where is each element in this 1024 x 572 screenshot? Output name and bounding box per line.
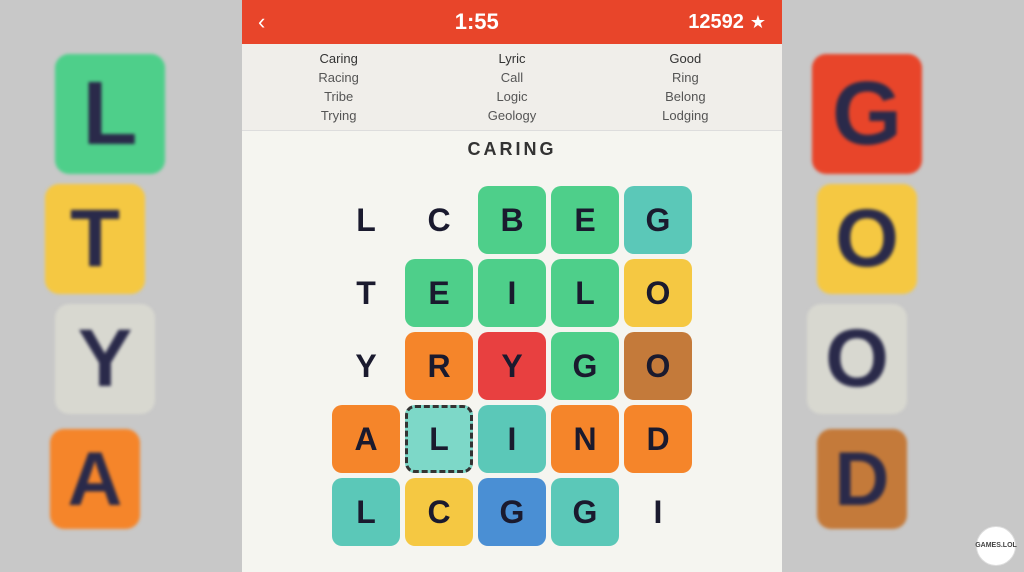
bg-tile-o2: O	[807, 304, 907, 414]
bg-tile-l: L	[55, 54, 165, 174]
bg-tile-t: T	[45, 184, 145, 294]
word-geology: Geology	[484, 107, 540, 124]
grid-cell-4-4[interactable]: I	[624, 478, 692, 546]
grid-cell-0-4[interactable]: G	[624, 186, 692, 254]
grid-cell-4-1[interactable]: C	[405, 478, 473, 546]
grid-cell-0-3[interactable]: E	[551, 186, 619, 254]
side-letters-right: G O O D	[782, 44, 1024, 572]
word-racing: Racing	[314, 69, 362, 86]
grid-wrapper: LCBEGTEILOYRYGOALINDLCGGI	[332, 186, 692, 546]
bg-tile-a: A	[50, 429, 140, 529]
word-caring: Caring	[316, 50, 362, 67]
letter-grid[interactable]: LCBEGTEILOYRYGOALINDLCGGI	[332, 186, 692, 546]
bg-tile-y: Y	[55, 304, 155, 414]
word-col-1: Caring Racing Tribe Trying	[252, 50, 425, 124]
top-bar: ‹ 1:55 12592 ★	[242, 0, 782, 44]
star-icon: ★	[750, 12, 766, 33]
grid-cell-1-4[interactable]: O	[624, 259, 692, 327]
grid-cell-2-0[interactable]: Y	[332, 332, 400, 400]
current-word: CARING	[242, 131, 782, 164]
grid-cell-1-2[interactable]: I	[478, 259, 546, 327]
grid-cell-1-0[interactable]: T	[332, 259, 400, 327]
bg-tile-g: G	[812, 54, 922, 174]
back-button[interactable]: ‹	[258, 9, 265, 35]
word-good: Good	[665, 50, 705, 67]
score-area: 12592 ★	[688, 11, 766, 34]
grid-cell-3-1[interactable]: L	[405, 405, 473, 473]
word-lodging: Lodging	[658, 107, 712, 124]
grid-cell-4-2[interactable]: G	[478, 478, 546, 546]
grid-cell-3-0[interactable]: A	[332, 405, 400, 473]
word-ring: Ring	[668, 69, 703, 86]
grid-cell-0-0[interactable]: L	[332, 186, 400, 254]
grid-cell-1-3[interactable]: L	[551, 259, 619, 327]
grid-cell-3-3[interactable]: N	[551, 405, 619, 473]
grid-cell-0-2[interactable]: B	[478, 186, 546, 254]
word-lyric: Lyric	[495, 50, 530, 67]
bg-tile-o1: O	[817, 184, 917, 294]
grid-cell-3-2[interactable]: I	[478, 405, 546, 473]
grid-cell-2-1[interactable]: R	[405, 332, 473, 400]
word-logic: Logic	[492, 88, 531, 105]
score-display: 12592	[688, 11, 744, 34]
side-letters-left: L T Y A	[0, 44, 242, 572]
game-grid-area: LCBEGTEILOYRYGOALINDLCGGI	[242, 164, 782, 572]
grid-cell-4-3[interactable]: G	[551, 478, 619, 546]
grid-cell-1-1[interactable]: E	[405, 259, 473, 327]
timer-display: 1:55	[455, 9, 499, 35]
word-belong: Belong	[661, 88, 709, 105]
app-container: ‹ 1:55 12592 ★ Caring Racing Tribe Tryin…	[242, 0, 782, 572]
word-trying: Trying	[317, 107, 361, 124]
grid-cell-3-4[interactable]: D	[624, 405, 692, 473]
word-col-3: Good Ring Belong Lodging	[599, 50, 772, 124]
watermark: GAMES.LOL	[976, 526, 1016, 566]
grid-cell-4-0[interactable]: L	[332, 478, 400, 546]
grid-cell-2-4[interactable]: O	[624, 332, 692, 400]
grid-cell-0-1[interactable]: C	[405, 186, 473, 254]
word-col-2: Lyric Call Logic Geology	[425, 50, 598, 124]
word-call: Call	[497, 69, 527, 86]
games-lol-badge: GAMES.LOL	[976, 526, 1016, 566]
bg-tile-d: D	[817, 429, 907, 529]
grid-cell-2-3[interactable]: G	[551, 332, 619, 400]
word-list-panel: Caring Racing Tribe Trying Lyric Call Lo…	[242, 44, 782, 131]
word-tribe: Tribe	[320, 88, 357, 105]
grid-cell-2-2[interactable]: Y	[478, 332, 546, 400]
